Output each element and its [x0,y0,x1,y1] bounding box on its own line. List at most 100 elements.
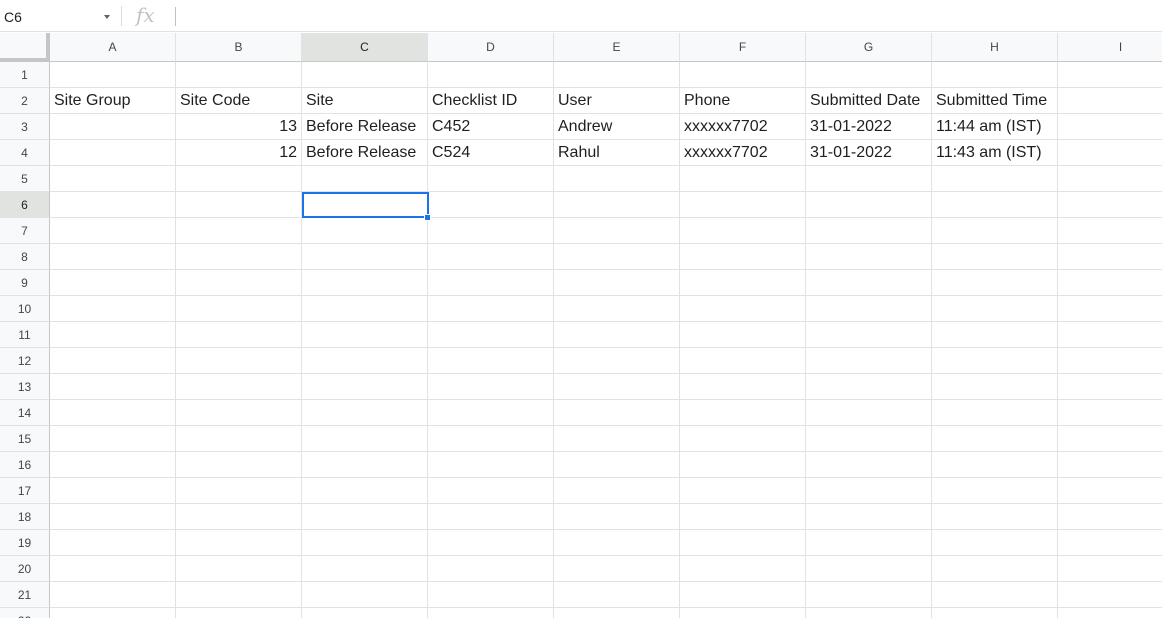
cell-e20[interactable] [554,556,680,582]
cell-c9[interactable] [302,270,428,296]
select-all-corner[interactable] [0,33,50,62]
cell-d6[interactable] [428,192,554,218]
name-box[interactable]: C6 [0,3,118,29]
cell-e5[interactable] [554,166,680,192]
cell-h2[interactable]: Submitted Time [932,88,1058,114]
cell-c20[interactable] [302,556,428,582]
cell-d2[interactable]: Checklist ID [428,88,554,114]
cell-b1[interactable] [176,62,302,88]
cell-b4[interactable]: 12 [176,140,302,166]
cell-g20[interactable] [806,556,932,582]
cell-h13[interactable] [932,374,1058,400]
cell-b17[interactable] [176,478,302,504]
cell-e8[interactable] [554,244,680,270]
cell-h4[interactable]: 11:43 am (IST) [932,140,1058,166]
cell-b21[interactable] [176,582,302,608]
row-header-14[interactable]: 14 [0,400,50,426]
cell-h20[interactable] [932,556,1058,582]
cell-a4[interactable] [50,140,176,166]
cell-c13[interactable] [302,374,428,400]
cell-g2[interactable]: Submitted Date [806,88,932,114]
cell-d19[interactable] [428,530,554,556]
cell-f5[interactable] [680,166,806,192]
cell-b22[interactable] [176,608,302,618]
cell-h11[interactable] [932,322,1058,348]
cell-g9[interactable] [806,270,932,296]
cell-a18[interactable] [50,504,176,530]
cell-f4[interactable]: xxxxxx7702 [680,140,806,166]
cell-f3[interactable]: xxxxxx7702 [680,114,806,140]
cell-f11[interactable] [680,322,806,348]
cell-a21[interactable] [50,582,176,608]
cell-e6[interactable] [554,192,680,218]
row-header-17[interactable]: 17 [0,478,50,504]
cell-g4[interactable]: 31-01-2022 [806,140,932,166]
column-header-f[interactable]: F [680,33,806,62]
cell-g7[interactable] [806,218,932,244]
cell-d22[interactable] [428,608,554,618]
cell-h19[interactable] [932,530,1058,556]
row-header-13[interactable]: 13 [0,374,50,400]
cell-g6[interactable] [806,192,932,218]
column-header-c[interactable]: C [302,33,428,62]
fill-handle[interactable] [424,214,431,221]
row-header-8[interactable]: 8 [0,244,50,270]
cell-i11[interactable] [1058,322,1162,348]
cell-h3[interactable]: 11:44 am (IST) [932,114,1058,140]
cell-d4[interactable]: C524 [428,140,554,166]
row-header-16[interactable]: 16 [0,452,50,478]
cell-c12[interactable] [302,348,428,374]
cell-b5[interactable] [176,166,302,192]
cell-h15[interactable] [932,426,1058,452]
cell-c4[interactable]: Before Release [302,140,428,166]
row-header-7[interactable]: 7 [0,218,50,244]
cell-d17[interactable] [428,478,554,504]
cell-e21[interactable] [554,582,680,608]
cell-b8[interactable] [176,244,302,270]
row-header-11[interactable]: 11 [0,322,50,348]
cell-d21[interactable] [428,582,554,608]
cell-b14[interactable] [176,400,302,426]
cell-i10[interactable] [1058,296,1162,322]
cell-c11[interactable] [302,322,428,348]
cell-h6[interactable] [932,192,1058,218]
cell-e2[interactable]: User [554,88,680,114]
cell-d14[interactable] [428,400,554,426]
cell-h17[interactable] [932,478,1058,504]
row-header-3[interactable]: 3 [0,114,50,140]
cell-b2[interactable]: Site Code [176,88,302,114]
cell-i1[interactable] [1058,62,1162,88]
row-header-10[interactable]: 10 [0,296,50,322]
cell-b9[interactable] [176,270,302,296]
cell-a20[interactable] [50,556,176,582]
cell-h12[interactable] [932,348,1058,374]
cell-i21[interactable] [1058,582,1162,608]
cell-i7[interactable] [1058,218,1162,244]
column-header-d[interactable]: D [428,33,554,62]
column-header-e[interactable]: E [554,33,680,62]
column-header-h[interactable]: H [932,33,1058,62]
cell-e12[interactable] [554,348,680,374]
cell-a1[interactable] [50,62,176,88]
cell-c19[interactable] [302,530,428,556]
cell-g19[interactable] [806,530,932,556]
cell-a15[interactable] [50,426,176,452]
cell-a3[interactable] [50,114,176,140]
row-header-9[interactable]: 9 [0,270,50,296]
cell-i2[interactable] [1058,88,1162,114]
cell-c7[interactable] [302,218,428,244]
cell-e11[interactable] [554,322,680,348]
cell-g13[interactable] [806,374,932,400]
cell-g14[interactable] [806,400,932,426]
cell-i12[interactable] [1058,348,1162,374]
cell-b6[interactable] [176,192,302,218]
cell-g12[interactable] [806,348,932,374]
cell-e18[interactable] [554,504,680,530]
cell-a2[interactable]: Site Group [50,88,176,114]
cell-b11[interactable] [176,322,302,348]
cell-i13[interactable] [1058,374,1162,400]
cell-g17[interactable] [806,478,932,504]
cell-c8[interactable] [302,244,428,270]
cell-i16[interactable] [1058,452,1162,478]
cell-a22[interactable] [50,608,176,618]
